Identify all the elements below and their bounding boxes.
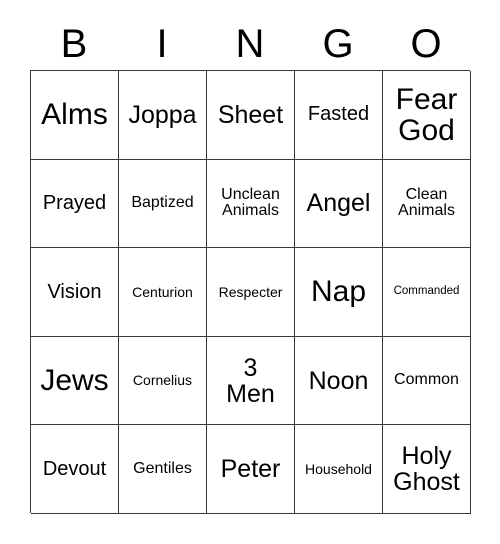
bingo-header: B I N G O — [30, 20, 470, 68]
bingo-cell-o2[interactable]: Clean Animals — [383, 159, 471, 249]
bingo-cell-label: Unclean Animals — [221, 185, 280, 220]
bingo-cell-o1[interactable]: Fear God — [383, 71, 471, 160]
bingo-header-letter-g: G — [322, 22, 354, 66]
bingo-cell-g2[interactable]: Angel — [295, 159, 383, 249]
bingo-header-letter-n: N — [235, 22, 265, 66]
bingo-cell-label: Noon — [308, 366, 369, 395]
bingo-cell-i5[interactable]: Gentiles — [119, 425, 207, 514]
bingo-card: B I N G O Alms Joppa Sheet Fasted Fear G… — [0, 0, 500, 544]
bingo-cell-n5[interactable]: Peter — [207, 425, 295, 514]
bingo-cell-label: Clean Animals — [398, 185, 455, 220]
bingo-cell-label: 3 Men — [226, 353, 275, 408]
bingo-cell-b3[interactable]: Vision — [31, 248, 119, 337]
bingo-cell-i4[interactable]: Cornelius — [119, 336, 207, 426]
bingo-cell-b2[interactable]: Prayed — [31, 159, 119, 249]
bingo-cell-label: Angel — [306, 189, 371, 218]
bingo-cell-label: Baptized — [131, 194, 194, 212]
bingo-cell-g3[interactable]: Nap — [295, 248, 383, 337]
bingo-cell-n1[interactable]: Sheet — [207, 71, 295, 160]
bingo-cell-label: Nap — [310, 275, 367, 309]
bingo-grid: Alms Joppa Sheet Fasted Fear God Prayed … — [30, 70, 471, 514]
bingo-cell-n4[interactable]: 3 Men — [207, 336, 295, 426]
bingo-cell-g4[interactable]: Noon — [295, 336, 383, 426]
bingo-cell-label: Holy Ghost — [393, 442, 460, 497]
bingo-cell-b4[interactable]: Jews — [31, 336, 119, 426]
bingo-cell-label: Devout — [42, 457, 107, 480]
bingo-cell-i1[interactable]: Joppa — [119, 71, 207, 160]
bingo-cell-n2[interactable]: Unclean Animals — [207, 159, 295, 249]
bingo-cell-label: Prayed — [42, 191, 107, 214]
bingo-header-letter-o: O — [410, 22, 442, 66]
bingo-cell-label: Joppa — [128, 100, 197, 129]
bingo-cell-o5[interactable]: Holy Ghost — [383, 425, 471, 514]
bingo-cell-label: Cornelius — [132, 372, 193, 389]
bingo-cell-label: Common — [394, 371, 459, 389]
bingo-cell-label: Jews — [40, 363, 109, 397]
bingo-cell-i2[interactable]: Baptized — [119, 159, 207, 249]
bingo-header-letter-i: I — [156, 22, 168, 66]
bingo-cell-n3[interactable]: Respecter — [207, 248, 295, 337]
bingo-cell-label: Respecter — [218, 283, 283, 300]
bingo-cell-label: Fasted — [307, 103, 370, 126]
bingo-cell-label: Vision — [47, 280, 102, 303]
bingo-cell-b1[interactable]: Alms — [31, 71, 119, 160]
bingo-header-letter-b: B — [60, 22, 88, 66]
bingo-cell-o3[interactable]: Commanded — [383, 248, 471, 337]
bingo-cell-label: Fear God — [395, 82, 458, 147]
bingo-cell-label: Commanded — [393, 285, 460, 297]
bingo-cell-g5[interactable]: Household — [295, 425, 383, 514]
bingo-cell-label: Alms — [41, 98, 108, 132]
bingo-cell-label: Sheet — [217, 100, 284, 129]
bingo-cell-b5[interactable]: Devout — [31, 425, 119, 514]
bingo-cell-label: Household — [305, 460, 372, 477]
bingo-cell-label: Centurion — [132, 283, 193, 300]
bingo-cell-label: Gentiles — [133, 459, 192, 477]
bingo-cell-o4[interactable]: Common — [383, 336, 471, 426]
bingo-cell-label: Peter — [220, 455, 281, 484]
bingo-cell-i3[interactable]: Centurion — [119, 248, 207, 337]
bingo-cell-g1[interactable]: Fasted — [295, 71, 383, 160]
